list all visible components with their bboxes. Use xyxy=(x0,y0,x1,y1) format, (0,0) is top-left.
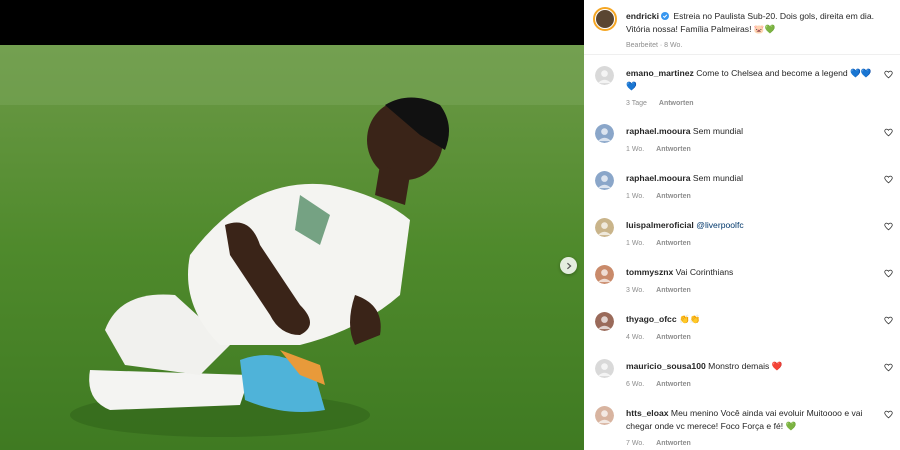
reply-button[interactable]: Antworten xyxy=(659,100,694,107)
reply-button[interactable]: Antworten xyxy=(656,287,691,294)
reply-button[interactable]: Antworten xyxy=(656,381,691,388)
owner-avatar[interactable] xyxy=(593,7,617,31)
comment-username[interactable]: luispalmeroficial xyxy=(626,220,694,230)
comment-item: emano_martinez Come to Chelsea and becom… xyxy=(584,66,900,110)
comment-item: htts_eloax Meu menino Você ainda vai evo… xyxy=(584,406,900,450)
media-letterbox xyxy=(0,0,584,45)
comment-body[interactable]: @liverpoolfc xyxy=(696,220,743,230)
commenter-avatar[interactable] xyxy=(595,312,614,331)
comment-username[interactable]: thyago_ofcc xyxy=(626,314,677,324)
post-caption-block: endricki Estreia no Paulista Sub-20. Doi… xyxy=(584,0,900,55)
comment-text-block: tommysznx Vai Corinthians xyxy=(626,266,876,279)
comment-text-block: emano_martinez Come to Chelsea and becom… xyxy=(626,67,876,93)
heart-outline-icon[interactable] xyxy=(884,222,893,231)
heart-outline-icon[interactable] xyxy=(884,269,893,278)
comment-item: thyago_ofcc 👏👏 4 Wo. Antworten xyxy=(584,312,900,356)
comment-item: tommysznx Vai Corinthians 3 Wo. Antworten xyxy=(584,265,900,309)
commenter-avatar[interactable] xyxy=(595,124,614,143)
post-photo xyxy=(0,45,584,450)
next-slide-button[interactable] xyxy=(560,257,577,274)
comment-time: 1 Wo. xyxy=(626,193,645,200)
comment-text-block: raphael.mooura Sem mundial xyxy=(626,125,876,138)
commenter-avatar[interactable] xyxy=(595,218,614,237)
comment-username[interactable]: htts_eloax xyxy=(626,408,669,418)
comment-meta: 3 Tage Antworten xyxy=(626,100,694,107)
comment-meta: 7 Wo. Antworten xyxy=(626,440,691,447)
comments-panel: endricki Estreia no Paulista Sub-20. Doi… xyxy=(584,0,900,450)
caption: endricki Estreia no Paulista Sub-20. Doi… xyxy=(626,10,888,36)
post-media xyxy=(0,0,584,450)
comment-meta: 6 Wo. Antworten xyxy=(626,381,691,388)
commenter-avatar[interactable] xyxy=(595,406,614,425)
heart-outline-icon[interactable] xyxy=(884,316,893,325)
heart-outline-icon[interactable] xyxy=(884,175,893,184)
comment-username[interactable]: raphael.mooura xyxy=(626,173,690,183)
heart-outline-icon[interactable] xyxy=(884,128,893,137)
owner-username[interactable]: endricki xyxy=(626,11,659,21)
reply-button[interactable]: Antworten xyxy=(656,193,691,200)
commenter-avatar[interactable] xyxy=(595,171,614,190)
comment-time: 6 Wo. xyxy=(626,381,645,388)
comment-meta: 3 Wo. Antworten xyxy=(626,287,691,294)
commenter-avatar[interactable] xyxy=(595,66,614,85)
verified-badge-icon xyxy=(660,12,669,20)
comment-username[interactable]: mauricio_sousa100 xyxy=(626,361,706,371)
comment-time: 4 Wo. xyxy=(626,334,645,341)
comment-item: raphael.mooura Sem mundial 1 Wo. Antworten xyxy=(584,171,900,215)
comment-meta: 1 Wo. Antworten xyxy=(626,240,691,247)
comment-meta: 4 Wo. Antworten xyxy=(626,334,691,341)
comment-time: 7 Wo. xyxy=(626,440,645,447)
chevron-right-icon xyxy=(566,262,572,269)
comment-time: 1 Wo. xyxy=(626,240,645,247)
comment-text-block: mauricio_sousa100 Monstro demais ❤️ xyxy=(626,360,876,373)
comment-time: 3 Tage xyxy=(626,100,647,107)
heart-outline-icon[interactable] xyxy=(884,363,893,372)
comment-body: Monstro demais ❤️ xyxy=(708,361,783,371)
comment-text-block: thyago_ofcc 👏👏 xyxy=(626,313,876,326)
reply-button[interactable]: Antworten xyxy=(656,334,691,341)
comment-time: 3 Wo. xyxy=(626,287,645,294)
comment-body: Sem mundial xyxy=(692,173,744,183)
comment-text-block: raphael.mooura Sem mundial xyxy=(626,172,876,185)
heart-outline-icon[interactable] xyxy=(884,410,893,419)
comment-meta: 1 Wo. Antworten xyxy=(626,146,691,153)
comment-meta: 1 Wo. Antworten xyxy=(626,193,691,200)
comment-text-block: htts_eloax Meu menino Você ainda vai evo… xyxy=(626,407,876,433)
comment-time: 1 Wo. xyxy=(626,146,645,153)
comment-body: Sem mundial xyxy=(692,126,744,136)
reply-button[interactable]: Antworten xyxy=(656,240,691,247)
post-edited-time: Bearbeitet · 8 Wo. xyxy=(626,42,683,49)
commenter-avatar[interactable] xyxy=(595,265,614,284)
commenter-avatar[interactable] xyxy=(595,359,614,378)
comment-body: 👏👏 xyxy=(679,314,701,324)
comment-username[interactable]: tommysznx xyxy=(626,267,673,277)
comment-item: raphael.mooura Sem mundial 1 Wo. Antworten xyxy=(584,124,900,168)
heart-outline-icon[interactable] xyxy=(884,70,893,79)
comment-text-block: luispalmeroficial @liverpoolfc xyxy=(626,219,876,232)
comment-body: Vai Corinthians xyxy=(675,267,734,277)
comment-username[interactable]: raphael.mooura xyxy=(626,126,690,136)
comment-username[interactable]: emano_martinez xyxy=(626,68,694,78)
reply-button[interactable]: Antworten xyxy=(656,146,691,153)
comment-item: mauricio_sousa100 Monstro demais ❤️ 6 Wo.… xyxy=(584,359,900,403)
comment-item: luispalmeroficial @liverpoolfc 1 Wo. Antwo… xyxy=(584,218,900,262)
reply-button[interactable]: Antworten xyxy=(656,440,691,447)
